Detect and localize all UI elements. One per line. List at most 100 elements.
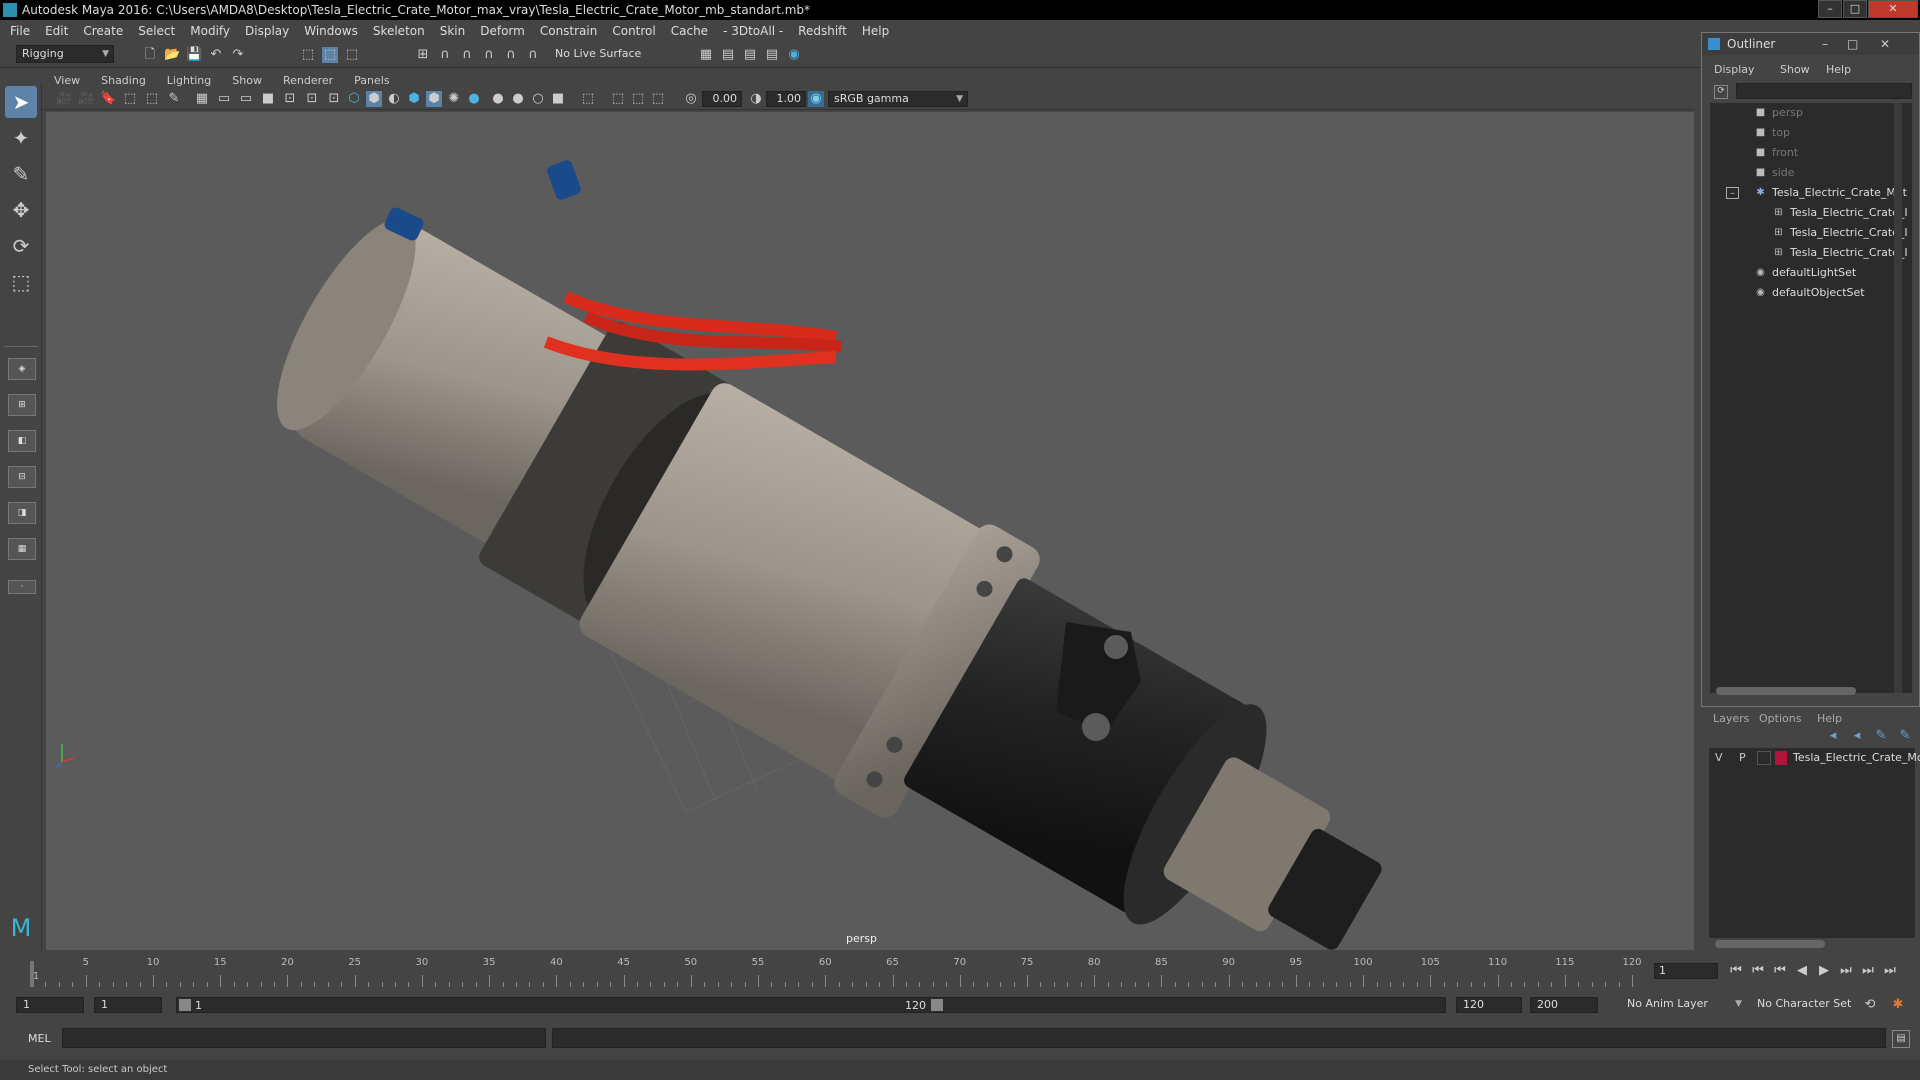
outliner-hscrollbar[interactable]	[1716, 687, 1856, 695]
four-view-layout-button[interactable]: ⊞	[8, 394, 36, 416]
menu-edit[interactable]: Edit	[45, 24, 68, 38]
snap-curve-icon[interactable]: ∩	[437, 47, 453, 63]
panel-menu-renderer[interactable]: Renderer	[283, 74, 333, 87]
script-language-label[interactable]: MEL	[28, 1032, 51, 1045]
menu-control[interactable]: Control	[612, 24, 655, 38]
new-layer-selected-icon[interactable]: ✎	[1897, 728, 1913, 744]
maximize-button[interactable]: □	[1843, 0, 1867, 18]
outliner-search-input[interactable]	[1736, 83, 1912, 99]
filter-icon[interactable]: ⟳	[1714, 85, 1728, 99]
render-view-icon[interactable]: ▤	[764, 47, 780, 63]
layers-hscrollbar[interactable]	[1715, 940, 1825, 948]
camera-select-icon[interactable]: 🎥	[56, 91, 72, 107]
outliner-item[interactable]: ■ top	[1710, 123, 1910, 143]
render-frame-icon[interactable]: ▤	[720, 47, 736, 63]
menu-modify[interactable]: Modify	[190, 24, 230, 38]
menu-set-dropdown[interactable]: Rigging ▼	[16, 45, 114, 63]
isolate-select-icon[interactable]: ■	[550, 91, 566, 107]
exposure-icon[interactable]: ◎	[683, 91, 699, 107]
collapse-toggle-icon[interactable]: –	[1726, 187, 1739, 199]
image-plane-icon[interactable]: ⬚	[122, 91, 138, 107]
outliner-item[interactable]: ⊞ Tesla_Electric_Crate_I	[1710, 243, 1910, 263]
close-icon[interactable]: ✕	[1880, 33, 1890, 55]
snap-point-icon[interactable]: ∩	[459, 47, 475, 63]
panel-menu-show[interactable]: Show	[232, 74, 262, 87]
rotate-tool-icon[interactable]: ⟳	[5, 230, 37, 262]
outliner-item[interactable]: ◉ defaultObjectSet	[1710, 283, 1910, 303]
minimize-icon[interactable]: –	[1822, 33, 1828, 55]
playback-end-field[interactable]: 120	[1456, 997, 1522, 1013]
gamma-icon[interactable]: ◑	[748, 91, 764, 107]
menu-file[interactable]: File	[10, 24, 30, 38]
command-input[interactable]	[62, 1028, 546, 1048]
playback-start-field[interactable]: 1	[94, 997, 162, 1013]
move-layer-up-icon[interactable]: ◂	[1825, 728, 1841, 744]
persp-graph-layout-button[interactable]: ⊟	[8, 466, 36, 488]
auto-key-icon[interactable]: ⟲	[1862, 997, 1878, 1013]
film-gate-icon[interactable]: ▭	[216, 91, 232, 107]
redo-icon[interactable]: ↷	[230, 47, 246, 63]
use-all-lights-icon[interactable]: ⬢	[426, 91, 442, 107]
bookmark-icon[interactable]: 🔖	[100, 91, 116, 107]
save-scene-icon[interactable]: 💾	[186, 47, 202, 63]
maximize-icon[interactable]: □	[1847, 33, 1858, 55]
go-to-start-icon[interactable]: ⏮	[1728, 963, 1744, 979]
play-backwards-icon[interactable]: ◀	[1794, 963, 1810, 979]
select-hierarchy-icon[interactable]: ⬚	[300, 47, 316, 63]
menu-skin[interactable]: Skin	[440, 24, 466, 38]
smooth-shade-icon[interactable]: ⬢	[366, 91, 382, 107]
select-tool-icon[interactable]: ➤	[5, 86, 37, 118]
persp-hypershade-layout-button[interactable]: ◨	[8, 502, 36, 524]
color-management-icon[interactable]: ◉	[808, 91, 824, 107]
menu-3dtoall[interactable]: - 3DtoAll -	[723, 24, 783, 38]
menu-constrain[interactable]: Constrain	[540, 24, 598, 38]
menu-display[interactable]: Display	[245, 24, 289, 38]
scale-tool-icon[interactable]: ⬚	[5, 266, 37, 298]
snap-grid-icon[interactable]: ⊞	[415, 47, 431, 63]
close-button[interactable]: ✕	[1868, 0, 1918, 18]
textured-icon[interactable]: ⬢	[406, 91, 422, 107]
time-slider[interactable]: 1 5 10 15 20 25 30 35 40 45 50 55 60 65 70 75 80 85 90 95 10…	[0, 952, 1920, 990]
menu-select[interactable]: Select	[138, 24, 175, 38]
custom-layout-button[interactable]: ▦	[8, 538, 36, 560]
outliner-item[interactable]: ◉ defaultLightSet	[1710, 263, 1910, 283]
layer-visibility-toggle[interactable]: V	[1715, 751, 1723, 764]
move-layer-down-icon[interactable]: ◂	[1849, 728, 1865, 744]
shadows-icon[interactable]: ✺	[446, 91, 462, 107]
layers-menu-layers[interactable]: Layers	[1713, 712, 1749, 725]
exposure-field[interactable]: 0.00	[702, 91, 742, 107]
menu-create[interactable]: Create	[83, 24, 123, 38]
undo-icon[interactable]: ↶	[208, 47, 224, 63]
camera-attributes-icon[interactable]: 🎥	[78, 91, 94, 107]
2d-pan-zoom-icon[interactable]: ⬚	[144, 91, 160, 107]
menu-help[interactable]: Help	[862, 24, 889, 38]
wireframe-icon[interactable]: ⬡	[346, 91, 362, 107]
start-time-field[interactable]: 1	[16, 997, 84, 1013]
menu-deform[interactable]: Deform	[480, 24, 525, 38]
step-forward-key-icon[interactable]: ⏭	[1860, 963, 1876, 979]
layout-options-button[interactable]: ·	[8, 580, 36, 594]
safe-title-icon[interactable]: ⊡	[326, 91, 342, 107]
step-forward-frame-icon[interactable]: ⏭	[1838, 963, 1854, 979]
range-slider[interactable]: 1 120	[176, 997, 1446, 1013]
outliner-item[interactable]: – ✱ Tesla_Electric_Crate_Mot	[1710, 183, 1910, 203]
panel-menu-lighting[interactable]: Lighting	[167, 74, 211, 87]
panel-menu-view[interactable]: View	[54, 74, 80, 87]
current-time-marker[interactable]	[30, 961, 34, 987]
wireframe-on-shaded-icon[interactable]: ◐	[386, 91, 402, 107]
outliner-item[interactable]: ■ side	[1710, 163, 1910, 183]
go-to-end-icon[interactable]: ⏭	[1882, 963, 1898, 979]
menu-windows[interactable]: Windows	[304, 24, 358, 38]
persp-outliner-layout-button[interactable]: ◧	[8, 430, 36, 452]
outliner-item[interactable]: ⊞ Tesla_Electric_Crate_I	[1710, 203, 1910, 223]
select-object-icon[interactable]: ⬚	[322, 47, 338, 63]
screen-space-ao-icon[interactable]: ●	[466, 91, 482, 107]
range-end-handle[interactable]	[931, 999, 943, 1011]
single-perspective-layout-button[interactable]: ◈	[8, 358, 36, 380]
xray-components-icon[interactable]: ⬚	[630, 91, 646, 107]
depth-of-field-icon[interactable]: ○	[530, 91, 546, 107]
anti-aliasing-icon[interactable]: ●	[510, 91, 526, 107]
grid-toggle-icon[interactable]: ▦	[194, 91, 210, 107]
layer-playback-toggle[interactable]: P	[1739, 751, 1746, 764]
lasso-tool-icon[interactable]: ✦	[5, 122, 37, 154]
